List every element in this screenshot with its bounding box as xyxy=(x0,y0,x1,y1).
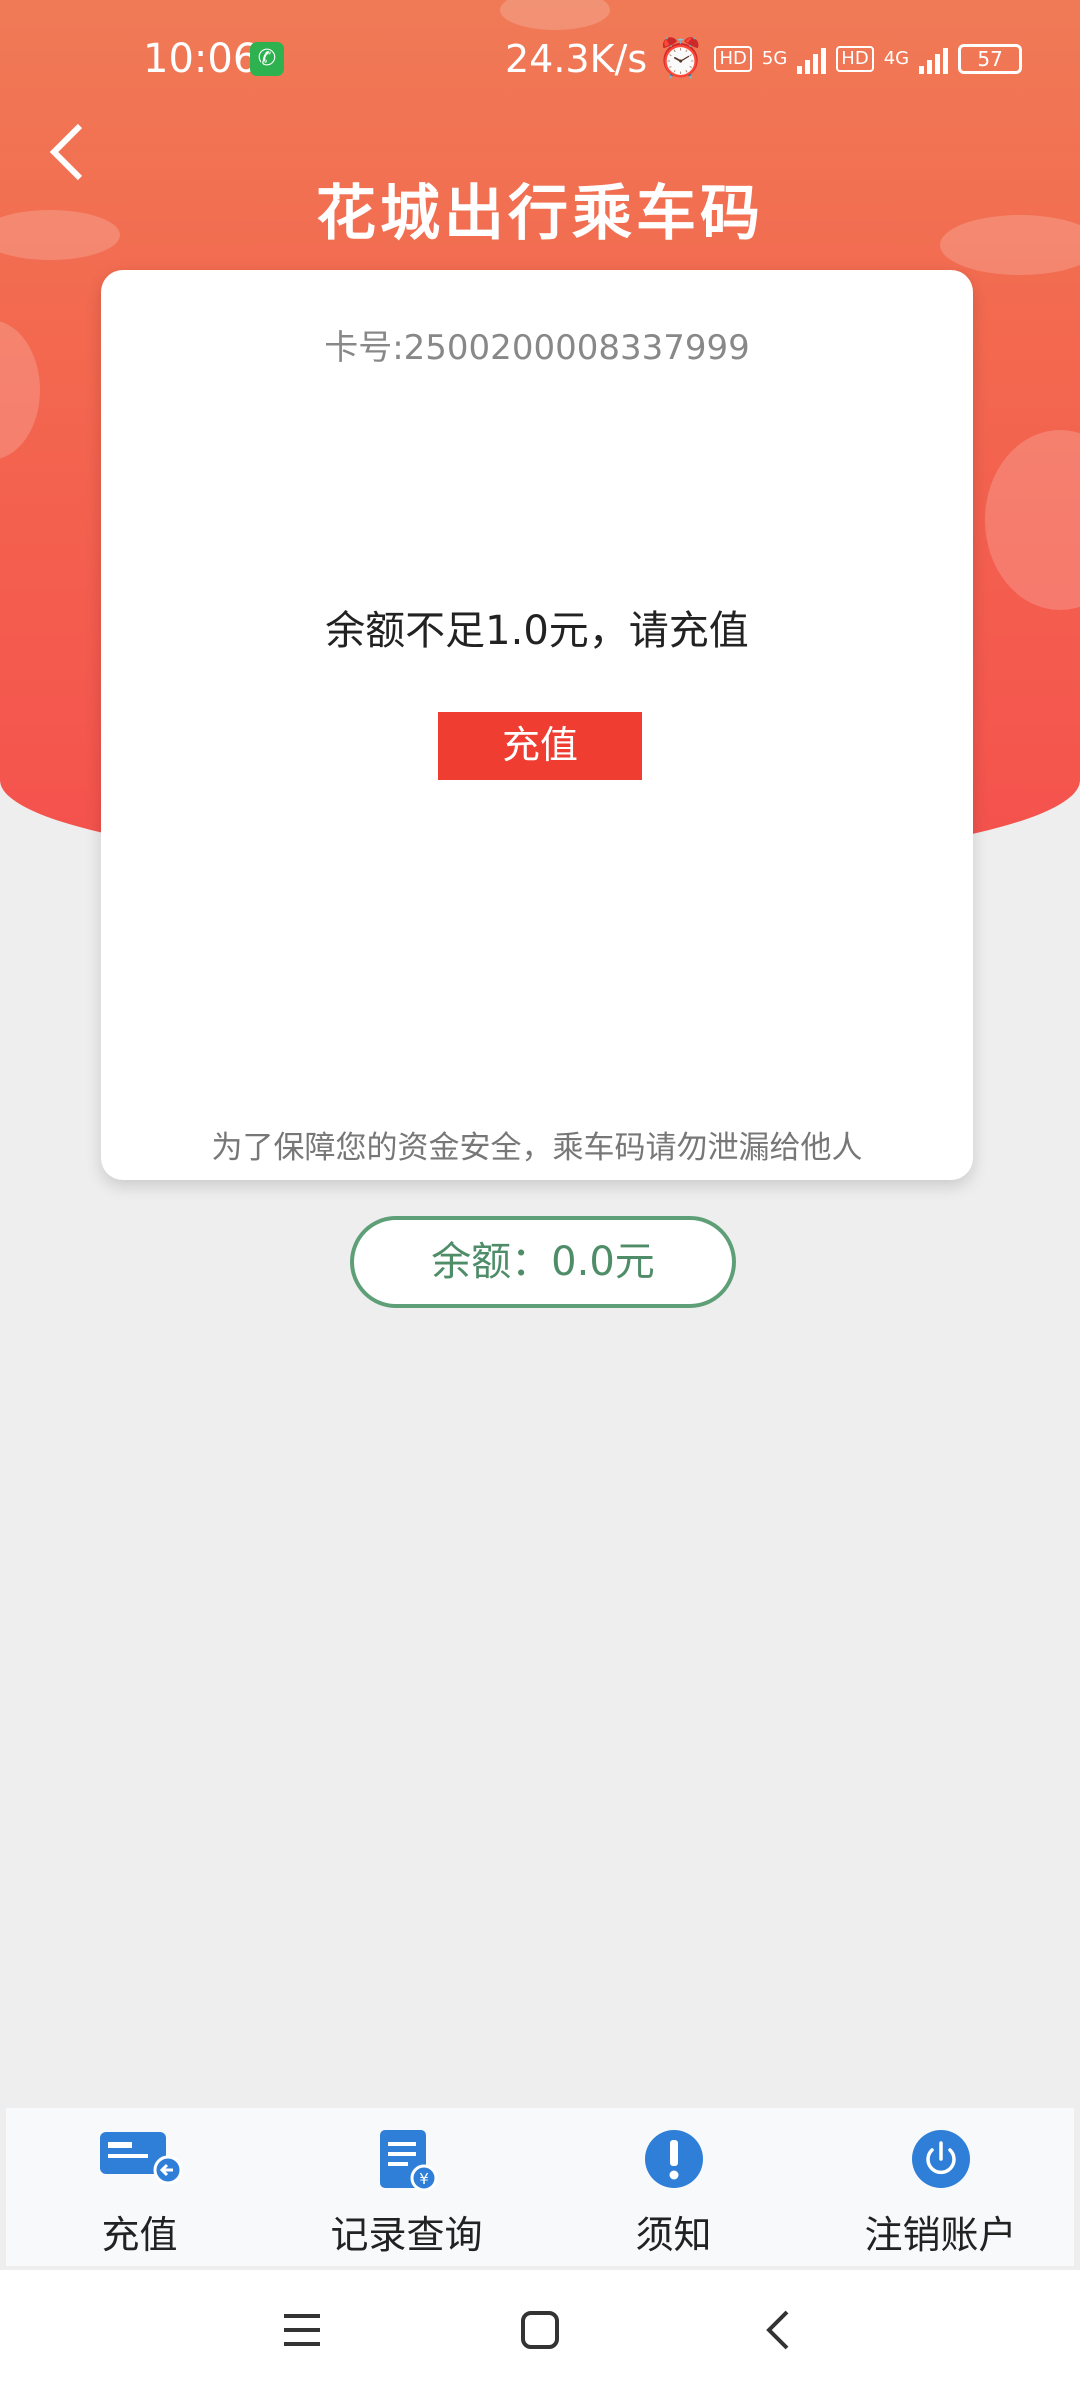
network-type: 4G xyxy=(883,48,910,69)
nav-label: 充值 xyxy=(101,2213,178,2257)
signal-icon xyxy=(919,44,949,74)
system-navigation-bar xyxy=(0,2270,1080,2400)
power-icon xyxy=(910,2128,972,2194)
recharge-button[interactable]: 充值 xyxy=(438,712,642,780)
nav-label: 记录查询 xyxy=(330,2213,483,2257)
nav-label: 注销账户 xyxy=(864,2213,1017,2257)
hd-badge: HD xyxy=(836,45,874,72)
notice-icon xyxy=(643,2128,705,2194)
signal-icon xyxy=(797,44,827,74)
hd-badge: HD xyxy=(714,45,752,72)
card-recharge-icon xyxy=(98,2128,182,2188)
home-button[interactable] xyxy=(518,2308,562,2356)
nav-item-recharge[interactable]: 充值 xyxy=(6,2108,273,2266)
cloud-decoration xyxy=(0,320,40,460)
network-type: 5G xyxy=(761,48,788,69)
nav-item-notice[interactable]: 须知 xyxy=(540,2108,807,2266)
cloud-decoration xyxy=(985,430,1080,610)
battery-icon: 57 xyxy=(958,43,1023,74)
status-indicators: 24.3K/s ⏰ HD 5G HD 4G 57 xyxy=(505,36,1023,81)
alarm-icon: ⏰ xyxy=(657,36,705,80)
record-query-icon: ¥ xyxy=(374,2128,440,2198)
home-icon xyxy=(521,2311,559,2349)
safety-note: 为了保障您的资金安全，乘车码请勿泄漏给他人 xyxy=(211,1130,863,1166)
balance-display: 余额：0.0元 xyxy=(350,1216,736,1308)
nav-item-records[interactable]: ¥ 记录查询 xyxy=(273,2108,540,2266)
system-back-button[interactable] xyxy=(757,2308,801,2356)
status-time: 10:06 xyxy=(143,36,259,82)
bottom-nav: 充值 ¥ 记录查询 须知 注销账户 xyxy=(6,2108,1074,2266)
balance-warning: 余额不足1.0元，请充值 xyxy=(325,608,749,654)
nav-label: 须知 xyxy=(635,2213,712,2257)
svg-text:¥: ¥ xyxy=(419,2170,429,2188)
back-icon xyxy=(766,2310,789,2350)
call-icon: ✆ xyxy=(250,42,284,76)
network-speed: 24.3K/s xyxy=(505,36,648,81)
card-number: 卡号:2500200008337999 xyxy=(324,328,750,368)
page-title: 花城出行乘车码 xyxy=(316,179,764,249)
nav-item-cancel-account[interactable]: 注销账户 xyxy=(807,2108,1074,2266)
status-bar: 10:06 ✆ 24.3K/s ⏰ HD 5G HD 4G 57 xyxy=(0,0,1080,120)
menu-icon xyxy=(284,2314,320,2346)
menu-button[interactable] xyxy=(280,2308,324,2356)
ride-code-card: 卡号:2500200008337999 余额不足1.0元，请充值 充值 为了保障… xyxy=(101,270,973,1180)
